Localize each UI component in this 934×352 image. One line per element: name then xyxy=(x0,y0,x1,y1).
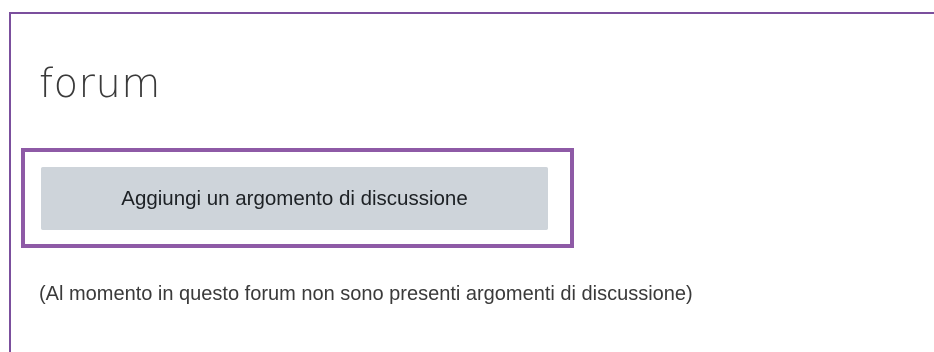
add-discussion-topic-button[interactable]: Aggiungi un argomento di discussione xyxy=(41,167,548,230)
page-title: forum xyxy=(39,61,161,107)
no-topics-notice: (Al momento in questo forum non sono pre… xyxy=(39,283,693,305)
